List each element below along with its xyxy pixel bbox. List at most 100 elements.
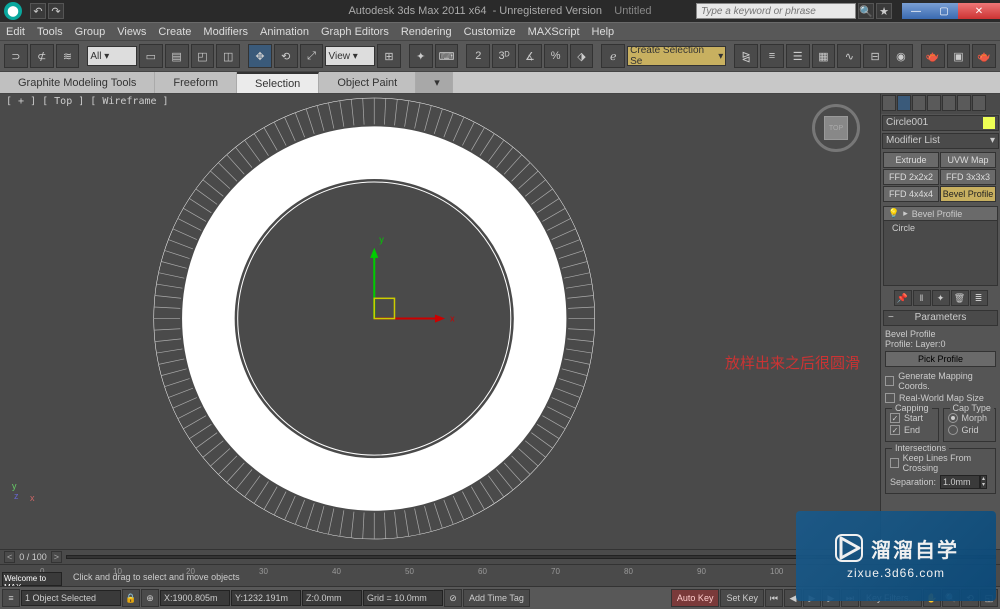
object-name-field[interactable]: Circle001	[882, 115, 999, 131]
pick-profile-button[interactable]: Pick Profile	[885, 351, 996, 367]
snap2d-button[interactable]: 2	[466, 44, 490, 68]
select-object-button[interactable]: ▭	[139, 44, 163, 68]
menu-help[interactable]: Help	[592, 26, 615, 38]
menu-tools[interactable]: Tools	[37, 26, 63, 38]
search-icon[interactable]: 🔍	[858, 3, 874, 19]
maximize-button[interactable]: ▢	[930, 3, 958, 19]
ribbon-tab-freeform[interactable]: Freeform	[155, 72, 237, 93]
schematic-view-button[interactable]: ⊟	[863, 44, 887, 68]
layer-manager-button[interactable]: ▦	[812, 44, 836, 68]
pivot-center-button[interactable]: ⊞	[377, 44, 401, 68]
material-editor-button[interactable]: ◉	[889, 44, 913, 68]
hierarchy-tab-icon[interactable]	[912, 95, 926, 111]
close-button[interactable]: ✕	[958, 3, 1000, 19]
select-region-button[interactable]: ◰	[191, 44, 215, 68]
remove-mod-icon[interactable]: 🗑	[951, 290, 969, 306]
render-setup-button[interactable]: 🫖	[921, 44, 945, 68]
modifier-stack[interactable]: 💡▸Bevel Profile Circle	[883, 206, 998, 286]
select-by-name-button[interactable]: ▤	[165, 44, 189, 68]
redo-button[interactable]: ↷	[48, 3, 64, 19]
cap-start-checkbox[interactable]	[890, 413, 900, 423]
render-button[interactable]: 🫖	[972, 44, 996, 68]
transform-type-icon[interactable]: ⊕	[141, 589, 159, 607]
percent-snap-button[interactable]: %	[544, 44, 568, 68]
menu-rendering[interactable]: Rendering	[401, 26, 452, 38]
viewport[interactable]: [ + ] [ Top ] [ Wireframe ] y x (functio…	[0, 94, 880, 549]
mod-btn-ffd2[interactable]: FFD 2x2x2	[883, 169, 939, 185]
set-key-button[interactable]: Set Key	[720, 589, 764, 607]
link-button[interactable]: ⊃	[4, 44, 28, 68]
menu-modifiers[interactable]: Modifiers	[203, 26, 248, 38]
viewcube[interactable]: TOP	[812, 104, 860, 152]
goto-start-icon[interactable]: ⏮	[765, 589, 783, 607]
manipulate-button[interactable]: ✦	[409, 44, 433, 68]
window-crossing-button[interactable]: ◫	[216, 44, 240, 68]
select-rotate-button[interactable]: ⟲	[274, 44, 298, 68]
coord-y[interactable]: Y:1232.191m	[231, 590, 301, 606]
extra-tab-icon[interactable]	[972, 95, 986, 111]
frame-indicator[interactable]: 0 / 100	[19, 552, 47, 562]
script-listener-icon[interactable]: ≡	[2, 589, 20, 607]
menu-create[interactable]: Create	[158, 26, 191, 38]
keyboard-shortcut-button[interactable]: ⌨	[435, 44, 459, 68]
separation-input[interactable]	[940, 475, 980, 489]
unlink-button[interactable]: ⊄	[30, 44, 54, 68]
ribbon-tab-object-paint[interactable]: Object Paint	[319, 72, 416, 93]
mirror-button[interactable]: ⧎	[734, 44, 758, 68]
named-sel-toggle[interactable]: ℯ	[601, 44, 625, 68]
mod-btn-uvwmap[interactable]: UVW Map	[940, 152, 996, 168]
isolate-icon[interactable]: ⊘	[444, 589, 462, 607]
angle-snap-button[interactable]: ∡	[518, 44, 542, 68]
menu-edit[interactable]: Edit	[6, 26, 25, 38]
undo-button[interactable]: ↶	[30, 3, 46, 19]
cap-grid-radio[interactable]	[948, 425, 958, 435]
rendered-frame-button[interactable]: ▣	[947, 44, 971, 68]
coord-x[interactable]: X:1900.805m	[160, 590, 230, 606]
utilities-tab-icon[interactable]	[957, 95, 971, 111]
ribbon-collapse-icon[interactable]: ▾	[416, 72, 453, 93]
curve-editor-button[interactable]: ∿	[837, 44, 861, 68]
menu-graph-editors[interactable]: Graph Editors	[321, 26, 389, 38]
select-scale-button[interactable]: ⤢	[300, 44, 324, 68]
selection-filter-dropdown[interactable]: All ▾	[87, 46, 137, 66]
layers-button[interactable]: ☰	[786, 44, 810, 68]
ribbon-tab-graphite[interactable]: Graphite Modeling Tools	[0, 72, 155, 93]
mod-btn-ffd3[interactable]: FFD 3x3x3	[940, 169, 996, 185]
lock-selection-icon[interactable]: 🔒	[122, 589, 140, 607]
menu-animation[interactable]: Animation	[260, 26, 309, 38]
cap-end-checkbox[interactable]	[890, 425, 900, 435]
favorite-icon[interactable]: ★	[876, 3, 892, 19]
cap-morph-radio[interactable]	[948, 413, 958, 423]
modifier-list-dropdown[interactable]: Modifier List▾	[882, 133, 999, 149]
auto-key-button[interactable]: Auto Key	[671, 589, 720, 607]
modify-tab-icon[interactable]	[897, 95, 911, 111]
show-end-icon[interactable]: ‖	[913, 290, 931, 306]
ref-coord-dropdown[interactable]: View ▾	[325, 46, 375, 66]
add-time-tag[interactable]: Add Time Tag	[463, 589, 530, 607]
menu-group[interactable]: Group	[75, 26, 106, 38]
menu-views[interactable]: Views	[117, 26, 146, 38]
app-icon[interactable]: ⬤	[4, 2, 22, 20]
select-move-button[interactable]: ✥	[248, 44, 272, 68]
gen-map-checkbox[interactable]	[885, 376, 894, 386]
bind-spacewarp-button[interactable]: ≋	[56, 44, 80, 68]
mod-btn-ffd4[interactable]: FFD 4x4x4	[883, 186, 939, 202]
motion-tab-icon[interactable]	[927, 95, 941, 111]
coord-z[interactable]: Z:0.0mm	[302, 590, 362, 606]
stack-item-base[interactable]: Circle	[884, 221, 997, 235]
named-selection-dropdown[interactable]: Create Selection Se▾	[627, 46, 726, 66]
maxscript-prompt[interactable]: Welcome to MAX	[2, 572, 62, 586]
pin-stack-icon[interactable]: 📌	[894, 290, 912, 306]
keep-lines-checkbox[interactable]	[890, 458, 899, 468]
help-search-input[interactable]	[696, 3, 856, 19]
real-world-checkbox[interactable]	[885, 393, 895, 403]
menu-maxscript[interactable]: MAXScript	[528, 26, 580, 38]
configure-sets-icon[interactable]: ≣	[970, 290, 988, 306]
unique-icon[interactable]: ✦	[932, 290, 950, 306]
menu-customize[interactable]: Customize	[464, 26, 516, 38]
mod-btn-bevel-profile[interactable]: Bevel Profile	[940, 186, 996, 202]
create-tab-icon[interactable]	[882, 95, 896, 111]
display-tab-icon[interactable]	[942, 95, 956, 111]
align-button[interactable]: ≡	[760, 44, 784, 68]
mod-btn-extrude[interactable]: Extrude	[883, 152, 939, 168]
